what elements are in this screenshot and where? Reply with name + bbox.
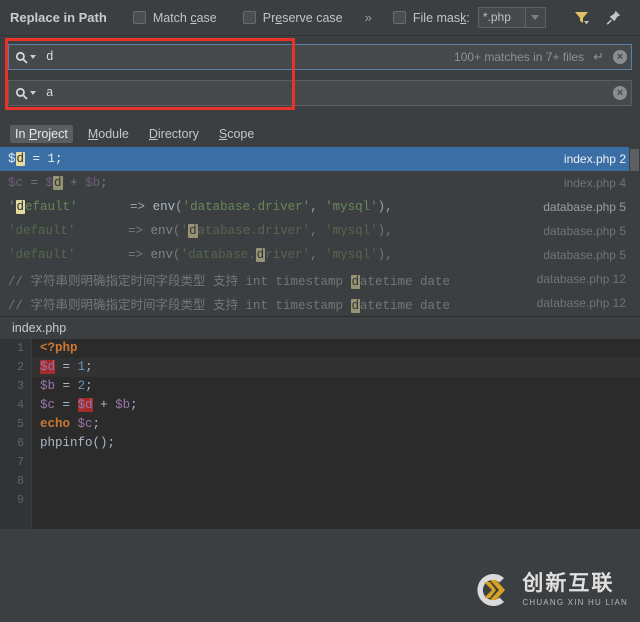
watermark-cn: 创新互联 xyxy=(522,572,615,595)
result-file-ref: database.php 5 xyxy=(543,248,626,262)
file-mask-dropdown-button[interactable] xyxy=(525,7,546,28)
result-file-ref: database.php 12 xyxy=(536,272,626,286)
sidebar-item-in-project[interactable]: In Project xyxy=(10,124,73,143)
replace-input[interactable]: a xyxy=(46,86,54,100)
watermark-glyph xyxy=(477,574,506,606)
result-code-snippet: $c = $d + $b; xyxy=(8,176,108,190)
table-row[interactable]: $c = $d + $b; index.php 4 xyxy=(0,171,640,195)
gutter-line: 7 xyxy=(17,456,24,469)
result-code-snippet: // 字符串则明确指定时间字段类型 支持 int timestamp datet… xyxy=(8,274,451,289)
match-case-label: Match case xyxy=(152,10,217,25)
search-icon[interactable] xyxy=(15,51,36,64)
file-mask-label: File mask: xyxy=(412,10,470,25)
pin-glyph xyxy=(606,10,621,25)
enter-arrow-icon[interactable]: ↵ xyxy=(593,49,604,65)
result-file-ref: database.php 12 xyxy=(536,296,626,310)
result-file-ref: index.php 2 xyxy=(563,152,626,166)
code-line: echo $c; xyxy=(40,417,101,431)
filter-icon[interactable] xyxy=(572,8,592,28)
results-scrollbar-thumb[interactable] xyxy=(630,149,639,171)
result-code-snippet: 'default' => env('database.driver', 'mys… xyxy=(8,200,393,214)
table-row[interactable]: // 字符串则明确指定时间字段类型 支持 int timestamp datet… xyxy=(0,291,640,315)
watermark-logo-icon xyxy=(470,568,514,612)
gutter-line: 5 xyxy=(17,418,24,431)
replace-field-container[interactable]: a × xyxy=(8,80,632,106)
dialog-toolbar: Replace in Path Match case Preserve case… xyxy=(0,0,640,36)
file-mask-checkbox[interactable] xyxy=(392,11,406,24)
table-row[interactable]: 'default' => env('database.driver', 'mys… xyxy=(0,195,640,219)
table-row[interactable]: $d = 1; index.php 2 xyxy=(0,147,640,171)
gutter-line: 8 xyxy=(17,475,24,488)
sidebar-item-directory[interactable]: Directory xyxy=(144,125,204,143)
preserve-case-checkbox[interactable]: Preserve case xyxy=(242,10,343,25)
replace-in-path-dialog: Replace in Path Match case Preserve case… xyxy=(0,0,640,622)
gutter-line: 2 xyxy=(17,361,24,374)
code-line: <?php xyxy=(40,341,78,355)
preserve-case-box[interactable] xyxy=(242,11,256,24)
search-history-chevron-icon[interactable] xyxy=(30,55,36,59)
result-code-snippet: $d = 1; xyxy=(8,152,63,166)
result-file-ref: database.php 5 xyxy=(543,200,626,214)
results-scrollbar[interactable] xyxy=(629,147,640,315)
file-mask-group[interactable]: File mask: *.php xyxy=(392,7,546,28)
result-code-snippet: 'default' => env('database.driver', 'mys… xyxy=(8,224,393,238)
table-row[interactable]: 'default' => env('database.driver', 'mys… xyxy=(0,219,640,243)
sidebar-item-module[interactable]: Module xyxy=(83,125,134,143)
search-field-status: 100+ matches in 7+ files ↵ × xyxy=(454,49,627,65)
code-line: $c = $d + $b; xyxy=(40,398,138,412)
results-list[interactable]: $d = 1; index.php 2 $c = $d + $b; index.… xyxy=(0,147,640,315)
file-mask-combo[interactable]: *.php xyxy=(477,7,546,28)
magnifier-glyph xyxy=(15,87,28,100)
replace-icon[interactable] xyxy=(15,87,36,100)
match-count-label: 100+ matches in 7+ files xyxy=(454,50,585,64)
preserve-case-label: Preserve case xyxy=(262,10,343,25)
watermark-en: CHUANG XIN HU LIAN xyxy=(522,598,628,607)
match-case-checkbox[interactable]: Match case xyxy=(132,10,217,25)
preview-file-tab[interactable]: index.php xyxy=(12,321,66,335)
gutter-line: 6 xyxy=(17,437,24,450)
result-code-snippet: // 字符串则明确指定时间字段类型 支持 int timestamp datet… xyxy=(8,298,451,313)
page-title: Replace in Path xyxy=(10,10,107,25)
preview-tabbar: index.php xyxy=(0,316,640,339)
watermark: 创新互联 CHUANG XIN HU LIAN xyxy=(470,568,628,612)
gutter-line: 3 xyxy=(17,380,24,393)
gutter-line: 9 xyxy=(17,494,24,507)
scope-tabs: In Project Module Directory Scope xyxy=(0,122,640,145)
replace-history-chevron-icon[interactable] xyxy=(30,91,36,95)
code-line: phpinfo(); xyxy=(40,436,116,450)
result-code-snippet: 'default' => env('database.driver', 'mys… xyxy=(8,248,393,262)
chevron-down-icon xyxy=(531,15,540,20)
file-mask-value[interactable]: *.php xyxy=(477,7,526,28)
result-file-ref: database.php 5 xyxy=(543,224,626,238)
sidebar-item-scope[interactable]: Scope xyxy=(214,125,259,143)
overflow-chevrons-button[interactable]: » xyxy=(365,10,372,25)
match-case-box[interactable] xyxy=(132,11,146,24)
table-row[interactable]: // 字符串则明确指定时间字段类型 支持 int timestamp datet… xyxy=(0,267,640,291)
code-line: $b = 2; xyxy=(40,379,93,393)
clear-replace-icon[interactable]: × xyxy=(613,86,627,100)
gutter-line: 1 xyxy=(17,342,24,355)
result-file-ref: index.php 4 xyxy=(563,176,626,190)
replace-field-status: × xyxy=(613,86,627,100)
table-row[interactable]: 'default' => env('database.driver', 'mys… xyxy=(0,243,640,267)
watermark-text: 创新互联 CHUANG XIN HU LIAN xyxy=(522,573,628,607)
clear-search-icon[interactable]: × xyxy=(613,50,627,64)
gutter-line: 4 xyxy=(17,399,24,412)
magnifier-glyph xyxy=(15,51,28,64)
search-input[interactable]: d xyxy=(46,50,54,64)
search-field-container[interactable]: d 100+ matches in 7+ files ↵ × xyxy=(8,44,632,70)
pin-icon[interactable] xyxy=(604,8,624,28)
filter-glyph xyxy=(575,12,590,25)
code-line: $d = 1; xyxy=(32,358,640,377)
